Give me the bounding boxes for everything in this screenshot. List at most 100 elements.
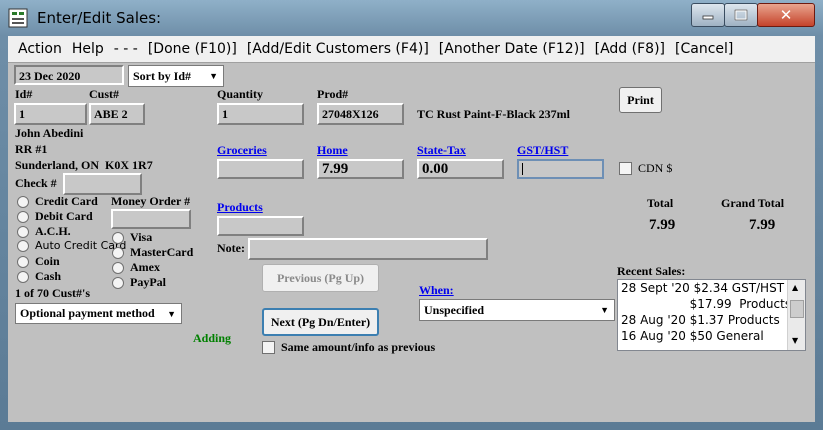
close-icon: ✕ <box>779 6 793 24</box>
products-link[interactable]: Products <box>217 200 263 215</box>
scroll-thumb[interactable] <box>790 300 804 318</box>
when-link[interactable]: When: <box>419 283 454 298</box>
previous-button[interactable]: Previous (Pg Up) <box>262 264 379 292</box>
scroll-up-icon[interactable]: ▲ <box>792 283 798 292</box>
list-item[interactable]: 28 Sept '20 $2.34 GST/HST <box>621 281 784 295</box>
radio-icon <box>17 255 29 268</box>
payment-method-dropdown[interactable]: Optional payment method ▼ <box>15 303 182 324</box>
chevron-down-icon: ▼ <box>209 71 218 81</box>
gst-hst-link[interactable]: GST/HST <box>517 143 568 158</box>
app-icon <box>8 8 28 28</box>
recent-sales-list[interactable]: 28 Sept '20 $2.34 GST/HST $17.99 Product… <box>617 279 806 351</box>
scroll-down-icon[interactable]: ▼ <box>792 336 798 345</box>
money-order-label: Money Order # <box>111 194 191 208</box>
adding-status: Adding <box>193 331 232 345</box>
chevron-down-icon: ▼ <box>167 308 176 319</box>
radio-label: Debit Card <box>35 209 93 223</box>
groceries-link[interactable]: Groceries <box>217 143 267 158</box>
home-field[interactable]: 7.99 <box>317 159 404 179</box>
radio-icon <box>112 276 124 289</box>
product-description: TC Rust Paint-F-Black 237ml <box>417 107 570 121</box>
menu-bar: Action Help - - - [Done (F10)] [Add/Edit… <box>8 36 815 63</box>
close-button[interactable]: ✕ <box>757 3 815 27</box>
customer-name: John Abedini <box>15 126 84 140</box>
radio-icon <box>17 210 29 223</box>
cust-field[interactable]: ABE 2 <box>89 103 145 125</box>
cdn-checkbox[interactable]: CDN $ <box>619 161 672 176</box>
sales-form: Action Help - - - [Done (F10)] [Add/Edit… <box>8 36 815 422</box>
money-order-field[interactable] <box>111 209 191 229</box>
title-bar[interactable]: Enter/Edit Sales: ✕ <box>0 0 823 36</box>
menu-action[interactable]: Action <box>18 41 62 57</box>
radio-credit-card[interactable]: Credit Card <box>17 194 98 209</box>
next-button[interactable]: Next (Pg Dn/Enter) <box>262 308 379 336</box>
radio-paypal[interactable]: PayPal <box>112 275 166 290</box>
list-item[interactable]: 28 Aug '20 $1.37 Products <box>621 313 780 327</box>
maximize-button[interactable] <box>724 3 758 27</box>
products-field[interactable] <box>217 216 304 236</box>
app-window: Enter/Edit Sales: ✕ Action Help - - - [D… <box>0 0 823 430</box>
radio-visa[interactable]: Visa <box>112 230 152 245</box>
radio-label: Amex <box>130 260 160 274</box>
total-value: 7.99 <box>649 217 676 233</box>
menu-done[interactable]: [Done (F10)] <box>148 41 237 57</box>
radio-auto-credit-card[interactable]: Auto Credit Card <box>17 239 126 252</box>
radio-label: A.C.H. <box>35 224 71 238</box>
check-field[interactable] <box>63 173 142 195</box>
text-cursor <box>522 163 523 175</box>
window-title: Enter/Edit Sales: <box>37 9 162 27</box>
customer-address2: Sunderland, ON K0X 1R7 <box>15 158 153 172</box>
state-tax-field[interactable]: 0.00 <box>417 159 504 179</box>
minimize-button[interactable] <box>691 3 725 27</box>
id-field[interactable]: 1 <box>14 103 87 125</box>
list-item[interactable]: 16 Aug '20 $50 General <box>621 329 764 343</box>
home-link[interactable]: Home <box>317 143 348 158</box>
gst-hst-field[interactable] <box>517 159 604 179</box>
radio-label: Cash <box>35 269 62 283</box>
when-dropdown[interactable]: Unspecified ▼ <box>419 299 615 321</box>
customer-address1: RR #1 <box>15 142 48 156</box>
cust-label: Cust# <box>89 87 120 101</box>
recent-sales-label: Recent Sales: <box>617 264 686 278</box>
radio-amex[interactable]: Amex <box>112 260 160 275</box>
when-value: Unspecified <box>424 302 484 317</box>
same-info-label: Same amount/info as previous <box>281 340 436 354</box>
print-button[interactable]: Print <box>619 87 662 113</box>
menu-another-date[interactable]: [Another Date (F12)] <box>439 41 585 57</box>
radio-label: Visa <box>130 230 153 244</box>
sort-dropdown[interactable]: Sort by Id# ▼ <box>128 65 224 87</box>
radio-icon <box>112 261 124 274</box>
menu-help[interactable]: Help <box>72 41 104 57</box>
date-field[interactable]: 23 Dec 2020 <box>14 65 124 85</box>
same-info-checkbox[interactable]: Same amount/info as previous <box>262 340 435 355</box>
radio-debit-card[interactable]: Debit Card <box>17 209 93 224</box>
menu-add-edit-customers[interactable]: [Add/Edit Customers (F4)] <box>247 41 429 57</box>
radio-mastercard[interactable]: MasterCard <box>112 245 193 260</box>
radio-ach[interactable]: A.C.H. <box>17 224 71 239</box>
prod-label: Prod# <box>317 87 349 101</box>
menu-cancel[interactable]: [Cancel] <box>675 41 733 57</box>
state-tax-link[interactable]: State-Tax <box>417 143 466 158</box>
quantity-field[interactable]: 1 <box>217 103 304 125</box>
radio-icon <box>17 270 29 283</box>
customer-count: 1 of 70 Cust#'s <box>15 286 91 300</box>
payment-method-value: Optional payment method <box>20 306 155 320</box>
groceries-field[interactable] <box>217 159 304 179</box>
minimize-icon <box>702 15 714 20</box>
chevron-down-icon: ▼ <box>600 305 609 315</box>
sort-value: Sort by Id# <box>133 68 192 83</box>
quantity-label: Quantity <box>217 87 264 101</box>
menu-add[interactable]: [Add (F8)] <box>595 41 665 57</box>
note-field[interactable] <box>248 238 488 260</box>
scrollbar[interactable]: ▲ ▼ <box>787 280 805 350</box>
radio-coin[interactable]: Coin <box>17 254 60 269</box>
list-item[interactable]: $17.99 Products <box>621 297 791 311</box>
note-label: Note: <box>217 241 245 255</box>
prod-field[interactable]: 27048X126 <box>317 103 404 125</box>
grand-total-label: Grand Total <box>721 196 785 210</box>
maximize-icon <box>734 9 748 21</box>
cdn-label: CDN $ <box>638 161 673 175</box>
radio-cash[interactable]: Cash <box>17 269 61 284</box>
check-label: Check # <box>15 176 57 190</box>
radio-icon <box>112 231 124 244</box>
